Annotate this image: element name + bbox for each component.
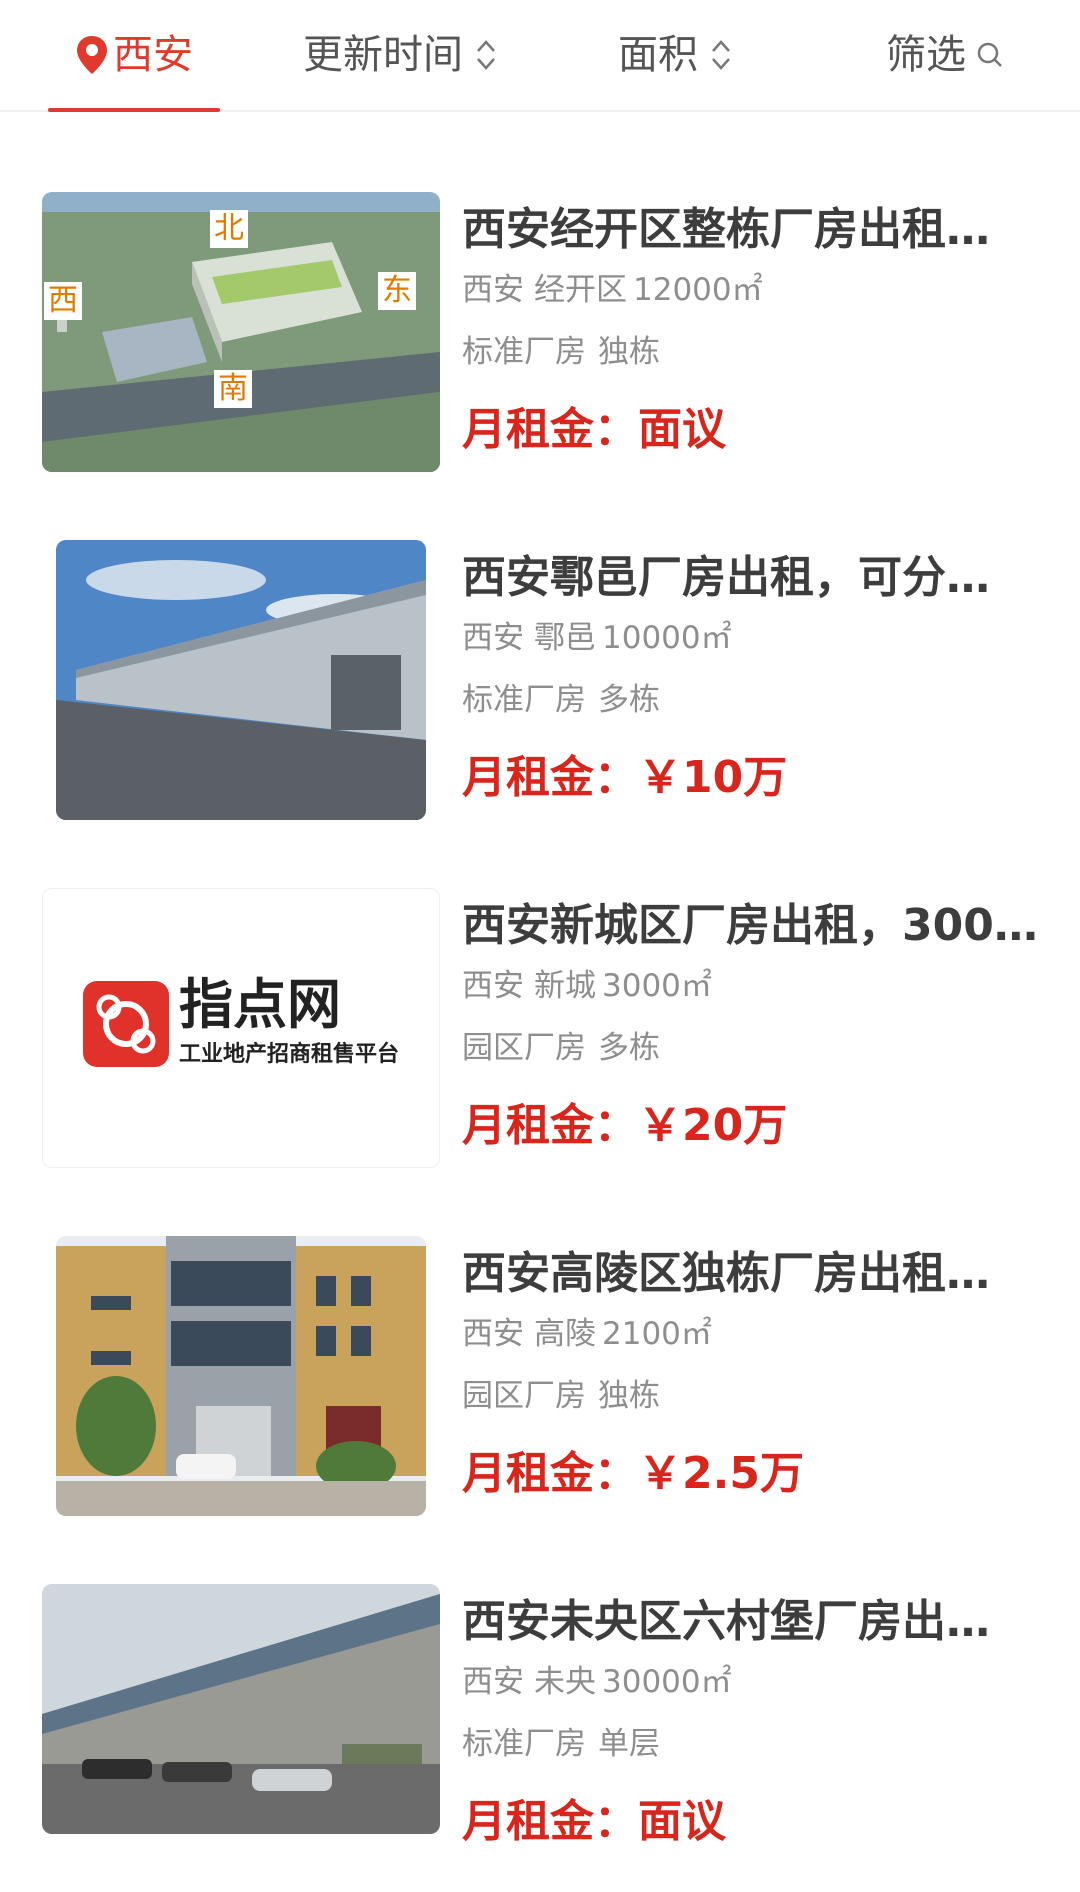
listing-building-tag: 多栋 bbox=[598, 1030, 660, 1066]
listing-info: 西安经开区整栋厂房出租… 西安 经开区 12000㎡ 标准厂房 独栋 月租金：面议 bbox=[462, 192, 1042, 458]
listing-price: 月租金：￥10万 bbox=[462, 750, 1042, 806]
sort-arrows-icon bbox=[710, 37, 732, 73]
listing-tags: 标准厂房 多栋 bbox=[462, 680, 1042, 720]
listing-area: 12000㎡ bbox=[633, 272, 763, 308]
office-building-photo bbox=[56, 1236, 426, 1516]
city-selector[interactable]: 西安 bbox=[48, 0, 220, 112]
listing-district: 未央 bbox=[534, 1664, 596, 1700]
listing-district: 经开区 bbox=[534, 272, 627, 308]
listing-city: 西安 bbox=[462, 272, 524, 308]
listing-card[interactable]: 北 西 东 南 西安经开区整栋厂房出租… 西安 经开区 12000㎡ 标准厂房 独栋 … bbox=[0, 152, 1080, 500]
listing-price: 月租金：￥2.5万 bbox=[462, 1446, 1042, 1502]
listing-type-tag: 园区厂房 bbox=[462, 1030, 586, 1066]
price-label: 月租金： bbox=[462, 1448, 638, 1499]
price-value: 面议 bbox=[638, 404, 726, 455]
sort-arrows-icon bbox=[475, 37, 497, 73]
price-value: ￥2.5万 bbox=[638, 1448, 804, 1499]
direction-label-west: 西 bbox=[44, 282, 82, 320]
sort-by-update-time[interactable]: 更新时间 bbox=[290, 0, 510, 110]
listing-tags: 标准厂房 独栋 bbox=[462, 332, 1042, 372]
price-value: 面议 bbox=[638, 1796, 726, 1847]
listing-thumbnail bbox=[56, 1236, 426, 1516]
listing-tags: 园区厂房 多栋 bbox=[462, 1028, 1042, 1068]
factory-row-photo bbox=[42, 1584, 440, 1834]
listing-meta: 西安 鄠邑 10000㎡ bbox=[462, 618, 1042, 658]
listing-price: 月租金：面议 bbox=[462, 402, 1042, 458]
listing-info: 西安新城区厂房出租，300… 西安 新城 3000㎡ 园区厂房 多栋 月租金：￥20万 bbox=[462, 888, 1042, 1154]
price-value: ￥10万 bbox=[638, 752, 788, 803]
price-label: 月租金： bbox=[462, 752, 638, 803]
listing-thumbnail: 指点网 工业地产招商租售平台 bbox=[42, 888, 440, 1168]
listing-type-tag: 标准厂房 bbox=[462, 682, 586, 718]
listing-meta: 西安 未央 30000㎡ bbox=[462, 1662, 1042, 1702]
listing-area: 30000㎡ bbox=[602, 1664, 732, 1700]
direction-label-north: 北 bbox=[210, 210, 248, 248]
listing-card[interactable]: 西安未央区六村堡厂房出… 西安 未央 30000㎡ 标准厂房 单层 月租金：面议 bbox=[0, 1544, 1080, 1892]
listing-area: 3000㎡ bbox=[602, 968, 712, 1004]
price-label: 月租金： bbox=[462, 1796, 638, 1847]
active-tab-underline bbox=[48, 108, 220, 112]
price-label: 月租金： bbox=[462, 404, 638, 455]
sort-time-label: 更新时间 bbox=[303, 32, 463, 78]
direction-label-east: 东 bbox=[378, 272, 416, 310]
listing-info: 西安高陵区独栋厂房出租… 西安 高陵 2100㎡ 园区厂房 独栋 月租金：￥2.5万 bbox=[462, 1236, 1042, 1502]
listing-thumbnail bbox=[42, 1584, 440, 1834]
logo-mark-icon bbox=[83, 981, 169, 1067]
filter-button[interactable]: 筛选 bbox=[870, 0, 1020, 110]
listing-city: 西安 bbox=[462, 620, 524, 656]
listing-title[interactable]: 西安未央区六村堡厂房出… bbox=[462, 1594, 1042, 1650]
listing-city: 西安 bbox=[462, 968, 524, 1004]
listing-title[interactable]: 西安鄠邑厂房出租，可分… bbox=[462, 550, 1042, 606]
listing-info: 西安鄠邑厂房出租，可分… 西安 鄠邑 10000㎡ 标准厂房 多栋 月租金：￥10万 bbox=[462, 540, 1042, 806]
listing-meta: 西安 高陵 2100㎡ bbox=[462, 1314, 1042, 1354]
warehouse-photo bbox=[56, 540, 426, 820]
listing-district: 高陵 bbox=[534, 1316, 596, 1352]
city-label: 西安 bbox=[113, 32, 193, 78]
listing-building-tag: 独栋 bbox=[598, 334, 660, 370]
listing-thumbnail bbox=[56, 540, 426, 820]
listing-building-tag: 单层 bbox=[598, 1726, 660, 1762]
listing-thumbnail: 北 西 东 南 bbox=[42, 192, 440, 472]
listing-district: 新城 bbox=[534, 968, 596, 1004]
sort-area-label: 面积 bbox=[618, 32, 698, 78]
listing-card[interactable]: 指点网 工业地产招商租售平台 西安新城区厂房出租，300… 西安 新城 3000㎡ … bbox=[0, 848, 1080, 1196]
listing-title[interactable]: 西安新城区厂房出租，300… bbox=[462, 898, 1042, 954]
listing-card[interactable]: 西安鄠邑厂房出租，可分… 西安 鄠邑 10000㎡ 标准厂房 多栋 月租金：￥10万 bbox=[0, 500, 1080, 848]
price-label: 月租金： bbox=[462, 1100, 638, 1151]
filter-label: 筛选 bbox=[886, 32, 966, 78]
sort-by-area[interactable]: 面积 bbox=[600, 0, 750, 110]
listing-city: 西安 bbox=[462, 1664, 524, 1700]
listing-district: 鄠邑 bbox=[534, 620, 596, 656]
filter-bar: 西安 更新时间 面积 筛选 bbox=[0, 0, 1080, 112]
listing-tags: 园区厂房 独栋 bbox=[462, 1376, 1042, 1416]
listing-tags: 标准厂房 单层 bbox=[462, 1724, 1042, 1764]
location-pin-icon bbox=[75, 35, 109, 75]
listing-meta: 西安 经开区 12000㎡ bbox=[462, 270, 1042, 310]
listing-title[interactable]: 西安高陵区独栋厂房出租… bbox=[462, 1246, 1042, 1302]
listing-meta: 西安 新城 3000㎡ bbox=[462, 966, 1042, 1006]
listing-card[interactable]: 西安高陵区独栋厂房出租… 西安 高陵 2100㎡ 园区厂房 独栋 月租金：￥2.5万 bbox=[0, 1196, 1080, 1544]
listing-type-tag: 标准厂房 bbox=[462, 334, 586, 370]
price-value: ￥20万 bbox=[638, 1100, 788, 1151]
listing-building-tag: 独栋 bbox=[598, 1378, 660, 1414]
listing-title[interactable]: 西安经开区整栋厂房出租… bbox=[462, 202, 1042, 258]
listing-price: 月租金：￥20万 bbox=[462, 1098, 1042, 1154]
listing-city: 西安 bbox=[462, 1316, 524, 1352]
logo-name: 指点网 bbox=[179, 973, 341, 1036]
listing-building-tag: 多栋 bbox=[598, 682, 660, 718]
direction-label-south: 南 bbox=[214, 370, 252, 408]
listing-price: 月租金：面议 bbox=[462, 1794, 1042, 1850]
logo-slogan: 工业地产招商租售平台 bbox=[179, 1042, 400, 1067]
listing-type-tag: 标准厂房 bbox=[462, 1726, 586, 1762]
listing-type-tag: 园区厂房 bbox=[462, 1378, 586, 1414]
search-icon bbox=[976, 41, 1004, 69]
listing-info: 西安未央区六村堡厂房出… 西安 未央 30000㎡ 标准厂房 单层 月租金：面议 bbox=[462, 1584, 1042, 1850]
listing-area: 2100㎡ bbox=[602, 1316, 712, 1352]
listing-area: 10000㎡ bbox=[602, 620, 732, 656]
